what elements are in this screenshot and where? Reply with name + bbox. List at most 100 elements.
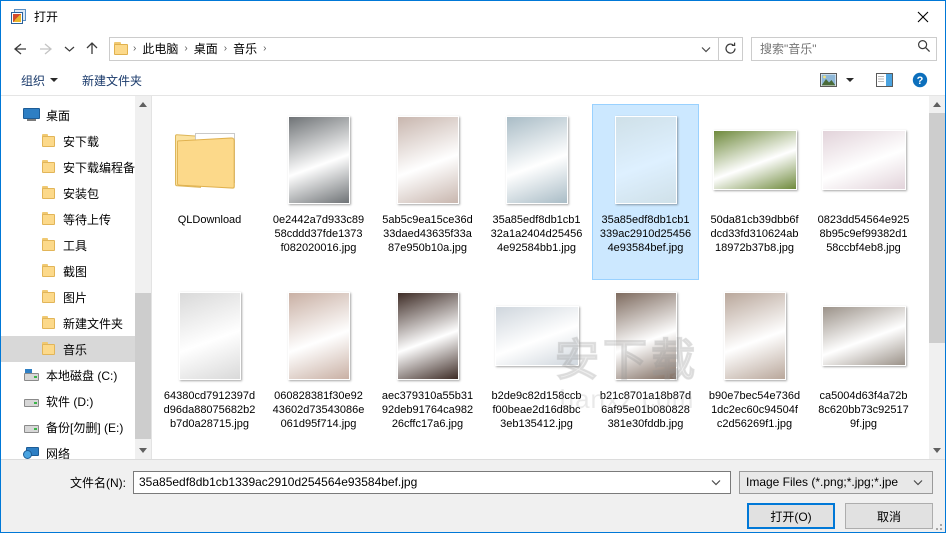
search-placeholder: 搜索"音乐": [760, 42, 817, 56]
sidebar-item-0[interactable]: 桌面: [1, 102, 135, 128]
thumbnail-image: [396, 116, 459, 204]
sidebar-item-13[interactable]: 网络: [1, 440, 135, 459]
sidebar-item-2[interactable]: 安下载编程备份: [1, 154, 135, 180]
command-bar: 组织 新建文件夹 ?: [1, 65, 945, 96]
file-grid-scroll-thumb[interactable]: [929, 113, 945, 343]
file-type-dropdown[interactable]: Image Files (*.png;*.jpg;*.jpe: [739, 470, 933, 494]
file-tile[interactable]: 0e2442a7d933c89 58cddd37fde1373 f0820200…: [265, 104, 372, 280]
organize-button[interactable]: 组织: [15, 69, 64, 92]
view-picture-icon[interactable]: [815, 69, 841, 91]
sidebar-scrollbar[interactable]: [135, 96, 151, 459]
network-icon: [23, 446, 46, 459]
file-tile[interactable]: QLDownload: [156, 104, 263, 280]
filename-input[interactable]: 35a85edf8db1cb1339ac2910d254564e93584bef…: [133, 470, 731, 494]
arrow-left-icon[interactable]: [7, 36, 33, 62]
preview-pane-icon[interactable]: [871, 69, 897, 91]
sidebar-item-5[interactable]: 工具: [1, 232, 135, 258]
file-tile[interactable]: b2de9c82d158ccb f00beae2d16d8bc 3eb13541…: [483, 280, 590, 456]
thumbnail-image: [712, 111, 797, 209]
breadcrumb-item-1[interactable]: 桌面: [189, 38, 223, 59]
file-tile[interactable]: aec379310a55b31 92deb91764ca982 26cffc17…: [374, 280, 481, 456]
scroll-up-icon[interactable]: [135, 96, 151, 113]
thumbnail-image: [821, 287, 906, 385]
sidebar-scroll-thumb[interactable]: [135, 293, 151, 439]
sidebar-item-1[interactable]: 安下载: [1, 128, 135, 154]
file-grid[interactable]: QLDownload 0e2442a7d933c89 58cddd37fde137…: [152, 96, 929, 459]
sidebar-item-label: 安装包: [63, 186, 100, 201]
sidebar-item-7[interactable]: 图片: [1, 284, 135, 310]
refresh-icon[interactable]: [719, 36, 743, 61]
sidebar-item-4[interactable]: 等待上传: [1, 206, 135, 232]
filename-row: 文件名(N): 35a85edf8db1cb1339ac2910d254564e…: [1, 470, 933, 494]
sidebar-item-10[interactable]: 本地磁盘 (C:): [1, 362, 135, 388]
file-grid-scrollbar[interactable]: [929, 96, 945, 459]
sidebar-item-8[interactable]: 新建文件夹: [1, 310, 135, 336]
cancel-button[interactable]: 取消: [845, 503, 933, 529]
file-name-label: 35a85edf8db1cb1 339ac2910d25456 4e93584b…: [599, 214, 692, 254]
arrow-up-icon[interactable]: [79, 36, 105, 62]
navigation-tree[interactable]: 桌面安下载安下载编程备份安装包等待上传工具截图图片新建文件夹音乐本地磁盘 (C:…: [1, 96, 135, 459]
breadcrumb-item-0[interactable]: 此电脑: [137, 38, 183, 59]
thumbnail-image: [723, 292, 786, 380]
file-name-label: 0e2442a7d933c89 58cddd37fde1373 f0820200…: [272, 214, 365, 254]
chevron-down-icon[interactable]: [59, 36, 79, 62]
drive-icon: [23, 421, 46, 434]
sidebar-item-12[interactable]: 备份[勿删] (E:): [1, 414, 135, 440]
thumbnail-image: [287, 292, 350, 380]
file-tile[interactable]: 5ab5c9ea15ce36d 33daed43635f33a 87e950b1…: [374, 104, 481, 280]
new-folder-button[interactable]: 新建文件夹: [76, 69, 148, 92]
sidebar-item-6[interactable]: 截图: [1, 258, 135, 284]
address-bar[interactable]: › 此电脑 › 桌面 › 音乐 ›: [109, 36, 719, 61]
sidebar-item-11[interactable]: 软件 (D:): [1, 388, 135, 414]
scroll-up-icon[interactable]: [929, 96, 945, 113]
title-bar: 打开: [1, 1, 945, 32]
chevron-down-icon[interactable]: [694, 40, 718, 58]
file-tile[interactable]: b21c8701a18b87d 6af95e01b080828 381e30fd…: [592, 280, 699, 456]
file-tile[interactable]: 060828381f30e92 43602d73543086e 061d95f7…: [265, 280, 372, 456]
organize-label: 组织: [21, 73, 46, 88]
chevron-down-icon[interactable]: [906, 473, 930, 491]
sidebar-item-label: 本地磁盘 (C:): [46, 368, 118, 383]
sidebar-item-3[interactable]: 安装包: [1, 180, 135, 206]
sidebar-item-9[interactable]: 音乐: [1, 336, 135, 362]
file-tile[interactable]: 35a85edf8db1cb1 339ac2910d25456 4e93584b…: [592, 104, 699, 280]
folder-icon: [41, 342, 63, 356]
filename-value: 35a85edf8db1cb1339ac2910d254564e93584bef…: [139, 475, 418, 489]
sidebar-item-label: 新建文件夹: [63, 316, 124, 331]
help-icon[interactable]: ?: [907, 69, 933, 91]
sidebar-item-label: 音乐: [63, 342, 88, 357]
file-name-label: b90e7bec54e736d 1dc2ec60c94504f c2d56269…: [708, 390, 801, 430]
thumbnail-image: [614, 116, 677, 204]
scroll-down-icon[interactable]: [135, 442, 151, 459]
sidebar-item-label: 桌面: [46, 108, 71, 123]
file-tile[interactable]: 64380cd7912397d d96da88075682b2 b7d0a287…: [156, 280, 263, 456]
navigation-pane: 桌面安下载安下载编程备份安装包等待上传工具截图图片新建文件夹音乐本地磁盘 (C:…: [1, 96, 152, 459]
scroll-down-icon[interactable]: [929, 442, 945, 459]
thumbnail-image: [505, 116, 568, 204]
thumbnail-image: [614, 111, 677, 209]
sidebar-scroll-track[interactable]: [135, 113, 151, 442]
dialog-buttons: 打开(O) 取消: [1, 503, 933, 529]
file-tile[interactable]: 0823dd54564e925 8b95c9ef99382d1 58ccbf4e…: [810, 104, 917, 280]
breadcrumb-item-2[interactable]: 音乐: [228, 38, 262, 59]
open-button[interactable]: 打开(O): [747, 503, 835, 529]
search-icon[interactable]: [917, 39, 931, 58]
file-tile[interactable]: 35a85edf8db1cb1 32a1a2404d25456 4e92584b…: [483, 104, 590, 280]
thumbnail-image: [821, 111, 906, 209]
file-grid-scroll-track[interactable]: [929, 113, 945, 442]
file-tile[interactable]: b90e7bec54e736d 1dc2ec60c94504f c2d56269…: [701, 280, 808, 456]
dialog-body: 桌面安下载安下载编程备份安装包等待上传工具截图图片新建文件夹音乐本地磁盘 (C:…: [1, 96, 945, 459]
filename-label: 文件名(N):: [70, 475, 126, 490]
resize-grip-icon[interactable]: [932, 520, 942, 530]
search-input[interactable]: 搜索"音乐": [751, 36, 937, 61]
file-tile[interactable]: ca5004d63f4a72b 8c620bb73c92517 9f.jpg: [810, 280, 917, 456]
close-icon[interactable]: [900, 2, 945, 32]
folder-icon: [41, 186, 63, 200]
arrow-right-icon: [33, 36, 59, 62]
open-file-dialog: 打开 › 此电脑 › 桌面 › 音乐 › 搜索"音乐" 组织 新建文件夹 ? 桌…: [0, 0, 946, 533]
file-tile[interactable]: 50da81cb39dbb6f dcd33fd310624ab 18972b37…: [701, 104, 808, 280]
thumbnail-image: [821, 130, 906, 190]
view-caret-down-icon[interactable]: [841, 69, 859, 91]
file-list-pane: QLDownload 0e2442a7d933c89 58cddd37fde137…: [152, 96, 945, 459]
chevron-down-icon[interactable]: [704, 473, 728, 491]
